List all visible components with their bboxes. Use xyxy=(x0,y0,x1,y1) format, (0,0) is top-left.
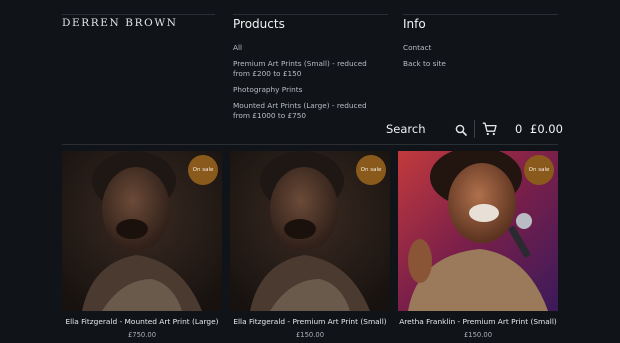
info-nav-item-back[interactable]: Back to site xyxy=(403,59,553,69)
grid-rule xyxy=(62,144,558,145)
header-rule-mid xyxy=(233,14,388,15)
products-nav-title: Products xyxy=(233,17,285,31)
product-price: £150.00 xyxy=(463,331,493,339)
info-nav-title: Info xyxy=(403,17,426,31)
products-nav-item-mounted-large[interactable]: Mounted Art Prints (Large) - reduced fro… xyxy=(233,101,383,121)
products-nav-item-photography[interactable]: Photography Prints xyxy=(233,85,383,95)
products-nav-item-premium-small[interactable]: Premium Art Prints (Small) - reduced fro… xyxy=(233,59,383,79)
cart-count[interactable]: 0 xyxy=(515,122,522,136)
product-card[interactable]: On sale Ella Fitzgerald - Mounted Art Pr… xyxy=(62,151,222,339)
products-nav-item-all[interactable]: All xyxy=(233,43,383,53)
search-field[interactable]: Search xyxy=(386,122,426,136)
product-image-aretha[interactable]: On sale xyxy=(398,151,558,311)
product-image-ella[interactable]: On sale xyxy=(230,151,390,311)
header-rule-left xyxy=(62,14,215,15)
product-price: £750.00 xyxy=(127,331,157,339)
product-title[interactable]: Ella Fitzgerald - Mounted Art Print (Lar… xyxy=(62,317,222,326)
sale-badge: On sale xyxy=(524,155,554,185)
products-nav: Products All Premium Art Prints (Small) … xyxy=(233,17,383,127)
toolbar-divider xyxy=(474,120,475,138)
info-nav: Info Contact Back to site xyxy=(403,17,553,75)
brand-logo[interactable]: DERREN BROWN xyxy=(62,17,178,29)
header-rule-right xyxy=(403,14,558,15)
info-nav-item-contact[interactable]: Contact xyxy=(403,43,553,53)
product-price: £150.00 xyxy=(295,331,325,339)
product-title[interactable]: Aretha Franklin - Premium Art Print (Sma… xyxy=(398,317,558,326)
product-title[interactable]: Ella Fitzgerald - Premium Art Print (Sma… xyxy=(230,317,390,326)
search-icon[interactable] xyxy=(455,124,467,136)
sale-badge: On sale xyxy=(188,155,218,185)
product-image-ella[interactable]: On sale xyxy=(62,151,222,311)
cart-icon[interactable] xyxy=(482,122,497,136)
sale-badge: On sale xyxy=(356,155,386,185)
product-card[interactable]: On sale Ella Fitzgerald - Premium Art Pr… xyxy=(230,151,390,339)
search-label[interactable]: Search xyxy=(386,122,426,136)
product-card[interactable]: On sale Aretha Franklin - Premium Art Pr… xyxy=(398,151,558,339)
cart-total[interactable]: £0.00 xyxy=(530,122,563,136)
